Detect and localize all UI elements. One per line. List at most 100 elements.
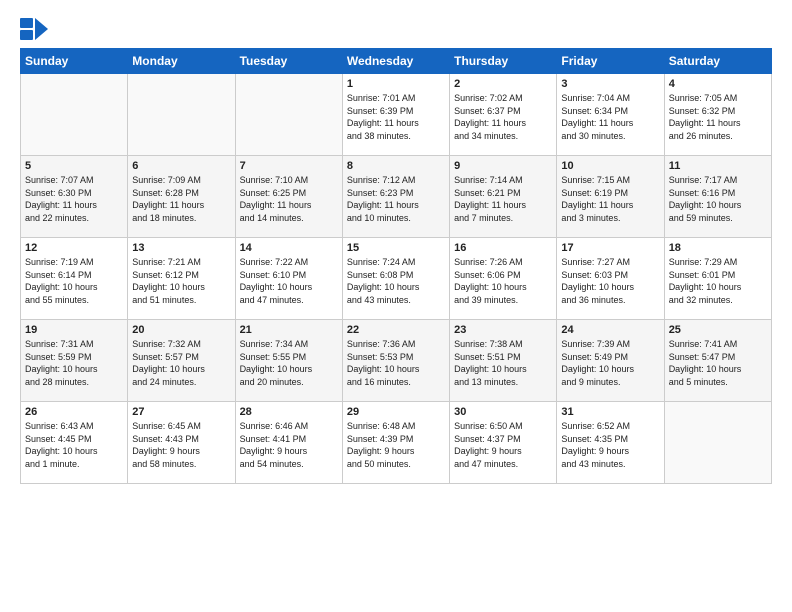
day-info: Sunrise: 7:32 AM Sunset: 5:57 PM Dayligh…	[132, 338, 230, 388]
weekday-header-thursday: Thursday	[450, 49, 557, 74]
day-info: Sunrise: 7:10 AM Sunset: 6:25 PM Dayligh…	[240, 174, 338, 224]
weekday-header-row: SundayMondayTuesdayWednesdayThursdayFrid…	[21, 49, 772, 74]
day-info: Sunrise: 6:52 AM Sunset: 4:35 PM Dayligh…	[561, 420, 659, 470]
day-info: Sunrise: 7:01 AM Sunset: 6:39 PM Dayligh…	[347, 92, 445, 142]
calendar-cell: 14Sunrise: 7:22 AM Sunset: 6:10 PM Dayli…	[235, 238, 342, 320]
day-number: 31	[561, 406, 659, 418]
day-info: Sunrise: 7:31 AM Sunset: 5:59 PM Dayligh…	[25, 338, 123, 388]
day-info: Sunrise: 7:29 AM Sunset: 6:01 PM Dayligh…	[669, 256, 767, 306]
day-number: 6	[132, 160, 230, 172]
week-row-4: 19 Sunrise: 7:31 AM Sunset: 5:59 PM Dayli…	[21, 320, 772, 402]
calendar-cell: 25Sunrise: 7:41 AM Sunset: 5:47 PM Dayli…	[664, 320, 771, 402]
day-number: 3	[561, 78, 659, 90]
calendar-cell: 7 Sunrise: 7:10 AM Sunset: 6:25 PM Daylig…	[235, 156, 342, 238]
day-info: Sunrise: 6:46 AM Sunset: 4:41 PM Dayligh…	[240, 420, 338, 470]
day-info: Sunrise: 7:24 AM Sunset: 6:08 PM Dayligh…	[347, 256, 445, 306]
day-info: Sunrise: 7:15 AM Sunset: 6:19 PM Dayligh…	[561, 174, 659, 224]
weekday-header-friday: Friday	[557, 49, 664, 74]
calendar-cell: 23Sunrise: 7:38 AM Sunset: 5:51 PM Dayli…	[450, 320, 557, 402]
day-number: 28	[240, 406, 338, 418]
header	[20, 18, 772, 40]
day-number: 2	[454, 78, 552, 90]
day-number: 18	[669, 242, 767, 254]
day-number: 15	[347, 242, 445, 254]
calendar-cell: 24 Sunrise: 7:39 AM Sunset: 5:49 PM Dayli…	[557, 320, 664, 402]
page: SundayMondayTuesdayWednesdayThursdayFrid…	[0, 0, 792, 612]
calendar: SundayMondayTuesdayWednesdayThursdayFrid…	[20, 48, 772, 484]
calendar-cell	[235, 74, 342, 156]
calendar-cell: 3Sunrise: 7:04 AM Sunset: 6:34 PM Daylig…	[557, 74, 664, 156]
calendar-cell: 21Sunrise: 7:34 AM Sunset: 5:55 PM Dayli…	[235, 320, 342, 402]
calendar-cell: 9 Sunrise: 7:14 AM Sunset: 6:21 PM Daylig…	[450, 156, 557, 238]
calendar-cell: 30 Sunrise: 6:50 AM Sunset: 4:37 PM Dayli…	[450, 402, 557, 484]
day-info: Sunrise: 7:36 AM Sunset: 5:53 PM Dayligh…	[347, 338, 445, 388]
calendar-cell: 31 Sunrise: 6:52 AM Sunset: 4:35 PM Dayli…	[557, 402, 664, 484]
calendar-cell: 13 Sunrise: 7:21 AM Sunset: 6:12 PM Dayli…	[128, 238, 235, 320]
calendar-cell: 19 Sunrise: 7:31 AM Sunset: 5:59 PM Dayli…	[21, 320, 128, 402]
calendar-cell	[664, 402, 771, 484]
day-info: Sunrise: 7:38 AM Sunset: 5:51 PM Dayligh…	[454, 338, 552, 388]
calendar-cell: 5Sunrise: 7:07 AM Sunset: 6:30 PM Daylig…	[21, 156, 128, 238]
calendar-cell	[128, 74, 235, 156]
day-number: 11	[669, 160, 767, 172]
logo-area	[20, 18, 52, 40]
calendar-cell: 11 Sunrise: 7:17 AM Sunset: 6:16 PM Dayli…	[664, 156, 771, 238]
calendar-cell: 18 Sunrise: 7:29 AM Sunset: 6:01 PM Dayli…	[664, 238, 771, 320]
day-number: 20	[132, 324, 230, 336]
calendar-cell: 1 Sunrise: 7:01 AM Sunset: 6:39 PM Daylig…	[342, 74, 449, 156]
calendar-cell: 16 Sunrise: 7:26 AM Sunset: 6:06 PM Dayli…	[450, 238, 557, 320]
day-info: Sunrise: 7:27 AM Sunset: 6:03 PM Dayligh…	[561, 256, 659, 306]
day-info: Sunrise: 7:19 AM Sunset: 6:14 PM Dayligh…	[25, 256, 123, 306]
day-info: Sunrise: 7:14 AM Sunset: 6:21 PM Dayligh…	[454, 174, 552, 224]
day-info: Sunrise: 7:17 AM Sunset: 6:16 PM Dayligh…	[669, 174, 767, 224]
day-number: 10	[561, 160, 659, 172]
day-number: 5	[25, 160, 123, 172]
calendar-cell: 2 Sunrise: 7:02 AM Sunset: 6:37 PM Daylig…	[450, 74, 557, 156]
day-number: 16	[454, 242, 552, 254]
week-row-2: 5Sunrise: 7:07 AM Sunset: 6:30 PM Daylig…	[21, 156, 772, 238]
calendar-cell: 8 Sunrise: 7:12 AM Sunset: 6:23 PM Daylig…	[342, 156, 449, 238]
day-number: 26	[25, 406, 123, 418]
weekday-header-tuesday: Tuesday	[235, 49, 342, 74]
weekday-header-sunday: Sunday	[21, 49, 128, 74]
day-number: 7	[240, 160, 338, 172]
calendar-cell: 20 Sunrise: 7:32 AM Sunset: 5:57 PM Dayli…	[128, 320, 235, 402]
weekday-header-wednesday: Wednesday	[342, 49, 449, 74]
day-info: Sunrise: 7:26 AM Sunset: 6:06 PM Dayligh…	[454, 256, 552, 306]
day-info: Sunrise: 7:39 AM Sunset: 5:49 PM Dayligh…	[561, 338, 659, 388]
day-number: 24	[561, 324, 659, 336]
calendar-cell: 6 Sunrise: 7:09 AM Sunset: 6:28 PM Daylig…	[128, 156, 235, 238]
day-info: Sunrise: 6:45 AM Sunset: 4:43 PM Dayligh…	[132, 420, 230, 470]
day-number: 22	[347, 324, 445, 336]
calendar-cell: 10 Sunrise: 7:15 AM Sunset: 6:19 PM Dayli…	[557, 156, 664, 238]
calendar-cell: 17 Sunrise: 7:27 AM Sunset: 6:03 PM Dayli…	[557, 238, 664, 320]
calendar-cell	[21, 74, 128, 156]
calendar-cell: 22 Sunrise: 7:36 AM Sunset: 5:53 PM Dayli…	[342, 320, 449, 402]
day-number: 30	[454, 406, 552, 418]
week-row-3: 12 Sunrise: 7:19 AM Sunset: 6:14 PM Dayli…	[21, 238, 772, 320]
day-info: Sunrise: 7:05 AM Sunset: 6:32 PM Dayligh…	[669, 92, 767, 142]
day-number: 1	[347, 78, 445, 90]
day-info: Sunrise: 7:12 AM Sunset: 6:23 PM Dayligh…	[347, 174, 445, 224]
day-number: 13	[132, 242, 230, 254]
day-number: 19	[25, 324, 123, 336]
day-number: 9	[454, 160, 552, 172]
day-info: Sunrise: 6:50 AM Sunset: 4:37 PM Dayligh…	[454, 420, 552, 470]
day-number: 4	[669, 78, 767, 90]
day-info: Sunrise: 7:22 AM Sunset: 6:10 PM Dayligh…	[240, 256, 338, 306]
calendar-cell: 15 Sunrise: 7:24 AM Sunset: 6:08 PM Dayli…	[342, 238, 449, 320]
calendar-cell: 28 Sunrise: 6:46 AM Sunset: 4:41 PM Dayli…	[235, 402, 342, 484]
day-info: Sunrise: 7:41 AM Sunset: 5:47 PM Dayligh…	[669, 338, 767, 388]
day-info: Sunrise: 6:43 AM Sunset: 4:45 PM Dayligh…	[25, 420, 123, 470]
day-number: 12	[25, 242, 123, 254]
weekday-header-saturday: Saturday	[664, 49, 771, 74]
day-info: Sunrise: 7:21 AM Sunset: 6:12 PM Dayligh…	[132, 256, 230, 306]
calendar-cell: 29Sunrise: 6:48 AM Sunset: 4:39 PM Dayli…	[342, 402, 449, 484]
day-info: Sunrise: 7:09 AM Sunset: 6:28 PM Dayligh…	[132, 174, 230, 224]
week-row-5: 26 Sunrise: 6:43 AM Sunset: 4:45 PM Dayli…	[21, 402, 772, 484]
week-row-1: 1 Sunrise: 7:01 AM Sunset: 6:39 PM Daylig…	[21, 74, 772, 156]
day-number: 8	[347, 160, 445, 172]
day-info: Sunrise: 7:02 AM Sunset: 6:37 PM Dayligh…	[454, 92, 552, 142]
weekday-header-monday: Monday	[128, 49, 235, 74]
day-number: 17	[561, 242, 659, 254]
